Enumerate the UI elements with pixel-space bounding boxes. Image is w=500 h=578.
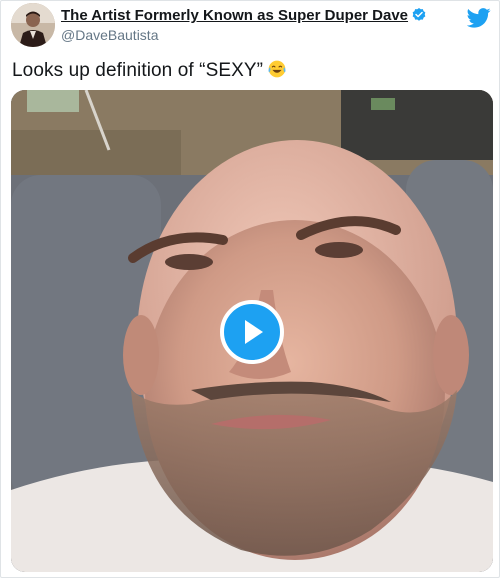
play-icon (245, 320, 263, 344)
tweet-text: Looks up definition of “SEXY” (12, 59, 287, 82)
play-button[interactable] (220, 300, 284, 364)
tweet-card: The Artist Formerly Known as Super Duper… (0, 0, 500, 578)
twitter-bird-icon[interactable] (467, 7, 491, 29)
tweet-text-content: Looks up definition of “SEXY” (12, 60, 264, 81)
tears-of-joy-emoji-icon (268, 60, 286, 78)
avatar-image (11, 3, 55, 47)
user-handle[interactable]: @DaveBautista (61, 27, 158, 43)
verified-badge-icon (412, 8, 426, 21)
avatar[interactable] (11, 3, 55, 47)
video-player[interactable] (11, 90, 493, 572)
display-name[interactable]: The Artist Formerly Known as Super Duper… (61, 7, 408, 24)
